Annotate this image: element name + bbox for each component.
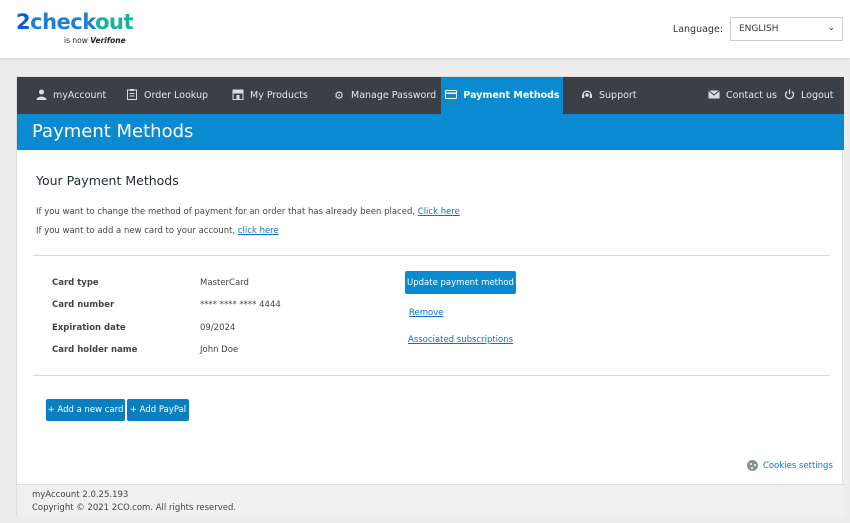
nav-item-payment-methods[interactable]: Payment Methods: [441, 77, 563, 114]
nav-item-my-products[interactable]: My Products: [231, 77, 308, 114]
nav-item-contact-us[interactable]: Contact us: [707, 77, 777, 114]
top-header: 2checkout is now Verifone Language: ENGL…: [0, 0, 850, 58]
logo-tagline-brand: Verifone: [90, 36, 126, 45]
page-title-bar: Payment Methods: [17, 114, 844, 150]
nav-item-logout[interactable]: Logout: [782, 77, 834, 114]
footer-version: myAccount 2.0.25.193: [32, 490, 129, 500]
footer: myAccount 2.0.25.193 Copyright © 2021 2C…: [17, 484, 844, 517]
page-title: Payment Methods: [32, 121, 194, 142]
logo-tagline-text: is now: [64, 36, 88, 45]
gear-icon: ⚙: [334, 89, 344, 102]
nav-item-label: My Products: [250, 90, 308, 101]
logo-part-3: out: [95, 10, 134, 34]
language-label: Language:: [672, 24, 723, 35]
chevron-down-icon: ⌄: [827, 23, 835, 33]
update-payment-method-button[interactable]: Update payment method: [405, 271, 516, 294]
envelope-icon: [707, 89, 721, 102]
main-card: myAccount Order Lookup My Products ⚙ Man…: [16, 76, 844, 517]
footer-copyright: Copyright © 2021 2CO.com. All rights res…: [32, 503, 236, 513]
nav-item-order-lookup[interactable]: Order Lookup: [125, 77, 208, 114]
info-change-payment-text: If you want to change the method of paym…: [36, 207, 418, 217]
section-title: Your Payment Methods: [36, 173, 179, 188]
expiration-date-label: Expiration date: [52, 323, 126, 333]
copyright-suffix: . All rights reserved.: [150, 503, 237, 513]
nav-item-manage-password[interactable]: ⚙ Manage Password: [332, 77, 436, 114]
associated-subscriptions-link[interactable]: Associated subscriptions: [408, 335, 513, 345]
cookies-settings-label: Cookies settings: [763, 460, 833, 471]
nav-item-support[interactable]: Support: [580, 77, 637, 114]
nav-item-label: Order Lookup: [144, 90, 209, 101]
add-paypal-button[interactable]: + Add PayPal: [127, 399, 189, 421]
nav-item-label: Manage Password: [351, 90, 437, 101]
clipboard-icon: [125, 88, 139, 103]
info-change-payment: If you want to change the method of paym…: [36, 207, 460, 217]
support-icon: [580, 89, 594, 103]
logo-part-1: 2: [16, 10, 31, 34]
user-icon: [34, 89, 48, 103]
add-new-card-button[interactable]: + Add a new card: [46, 399, 125, 421]
logo-tagline: is now Verifone: [64, 36, 126, 45]
cookie-icon: [747, 460, 758, 471]
change-payment-link[interactable]: Click here: [418, 207, 460, 217]
card-holder-label: Card holder name: [52, 345, 138, 355]
copyright-brand: 2CO.com: [111, 503, 151, 513]
nav-item-label: Contact us: [726, 90, 777, 101]
add-card-link[interactable]: click here: [238, 226, 279, 236]
language-select[interactable]: ENGLISH ⌄: [730, 17, 843, 41]
nav-item-label: Logout: [801, 90, 834, 101]
nav-item-label: myAccount: [53, 90, 107, 101]
card-type-value: MasterCard: [200, 278, 249, 288]
card-type-label: Card type: [52, 278, 99, 288]
logo-part-2: check: [30, 10, 96, 34]
remove-card-link[interactable]: Remove: [409, 308, 444, 318]
info-add-card-text: If you want to add a new card to your ac…: [36, 226, 238, 236]
nav-item-label: Payment Methods: [463, 90, 560, 101]
nav-item-myaccount[interactable]: myAccount: [34, 77, 106, 114]
copyright-prefix: Copyright © 2021: [32, 503, 112, 513]
store-icon: [231, 89, 245, 103]
language-select-value: ENGLISH: [739, 24, 779, 34]
divider: [33, 255, 829, 256]
cookies-settings-link[interactable]: Cookies settings: [747, 460, 833, 471]
credit-card-icon: [444, 89, 458, 102]
card-number-label: Card number: [52, 300, 115, 310]
card-holder-value: John Doe: [200, 345, 239, 355]
info-add-card: If you want to add a new card to your ac…: [36, 226, 279, 236]
power-icon: [782, 89, 796, 103]
divider: [33, 375, 829, 376]
main-nav: myAccount Order Lookup My Products ⚙ Man…: [17, 77, 844, 114]
nav-item-label: Support: [599, 90, 637, 101]
expiration-date-value: 09/2024: [200, 323, 236, 333]
logo-wordmark: 2checkout: [16, 10, 134, 34]
card-number-value: **** **** **** 4444: [200, 300, 281, 310]
2checkout-logo[interactable]: 2checkout is now Verifone: [16, 10, 134, 45]
